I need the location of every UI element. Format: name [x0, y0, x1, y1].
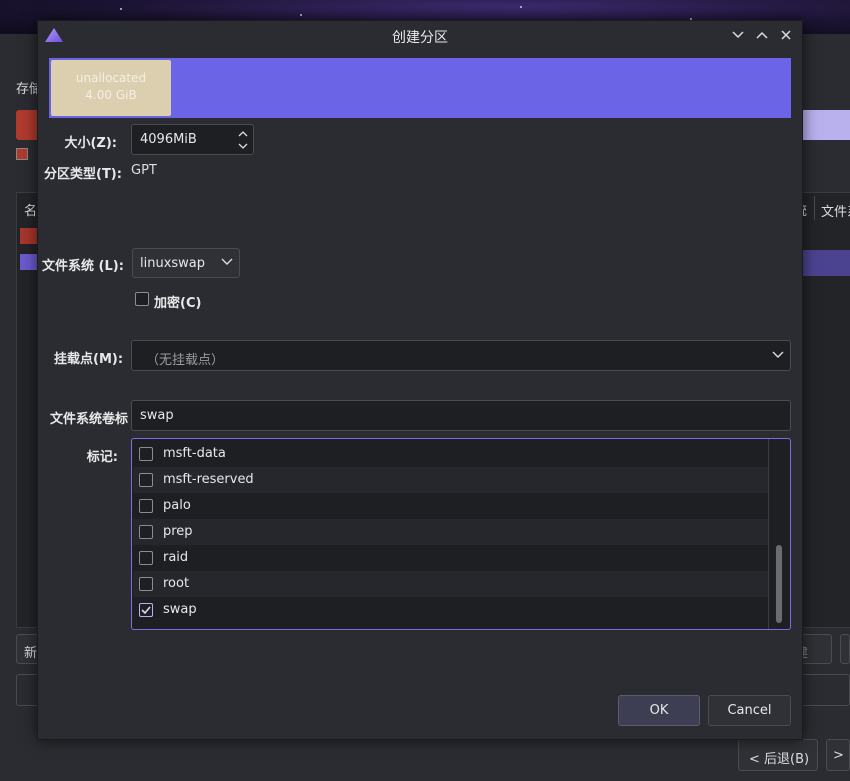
legend-swatch: [16, 148, 28, 160]
dialog-title: 创建分区: [392, 30, 448, 46]
size-value: 4096MiB: [140, 132, 197, 147]
ok-button[interactable]: OK: [618, 695, 700, 726]
flag-name: prep: [163, 524, 193, 539]
mount-point-select[interactable]: （无挂载点）: [131, 340, 791, 371]
flag-name: raid: [163, 550, 189, 565]
list-item[interactable]: root: [133, 571, 769, 597]
close-icon: [781, 30, 791, 40]
flag-name: root: [163, 576, 190, 591]
list-item[interactable]: palo: [133, 493, 769, 519]
flag-checkbox[interactable]: [139, 551, 153, 565]
maximize-button[interactable]: [752, 25, 772, 45]
scrollbar-thumb[interactable]: [776, 545, 782, 623]
chevron-left-icon: <: [749, 752, 760, 767]
list-item[interactable]: prep: [133, 519, 769, 545]
segment-size: 4.00 GiB: [85, 88, 137, 102]
chevron-down-icon: [732, 31, 744, 39]
list-item[interactable]: msft-reserved: [133, 467, 769, 493]
flag-name: swap: [163, 602, 197, 617]
list-item[interactable]: msft-data: [133, 441, 769, 467]
list-item[interactable]: swap: [133, 597, 769, 623]
list-item[interactable]: raid: [133, 545, 769, 571]
partition-action-button[interactable]: [840, 634, 850, 664]
close-button[interactable]: [776, 25, 796, 45]
mount-point-label: 挂载点(M):: [54, 352, 124, 367]
fs-label-input[interactable]: swap: [131, 400, 791, 431]
filesystem-select[interactable]: linuxswap: [132, 248, 240, 278]
chevron-down-icon: [772, 351, 784, 358]
table-row[interactable]: [20, 228, 38, 244]
flag-checkbox[interactable]: [139, 577, 153, 591]
flag-checkbox[interactable]: [139, 603, 153, 617]
unallocated-segment[interactable]: unallocated 4.00 GiB: [51, 60, 171, 116]
table-row[interactable]: [20, 254, 38, 270]
partition-type-label: 分区类型(T):: [44, 167, 122, 182]
column-header-filesystem[interactable]: 文件系统: [814, 196, 850, 220]
partition-type-value: GPT: [131, 163, 157, 178]
size-label: 大小(Z):: [64, 136, 117, 151]
back-button-label: 后退(B): [764, 752, 810, 767]
size-spinbox[interactable]: 4096MiB: [131, 124, 254, 155]
column-header-name[interactable]: 名: [24, 200, 37, 219]
partition-bar[interactable]: unallocated 4.00 GiB: [49, 58, 791, 118]
flag-checkbox[interactable]: [139, 447, 153, 461]
flag-checkbox[interactable]: [139, 525, 153, 539]
mount-point-value: （无挂载点）: [146, 353, 225, 368]
flag-checkbox[interactable]: [139, 499, 153, 513]
flags-list[interactable]: msft-data msft-reserved palo prep raid r…: [131, 438, 791, 630]
flag-name: msft-data: [163, 446, 226, 461]
chevron-up-icon: [756, 31, 768, 39]
spin-arrows-icon[interactable]: [237, 127, 249, 153]
table-row-selected[interactable]: [800, 250, 850, 276]
chevron-right-icon: >: [833, 748, 844, 763]
flags-label: 标记:: [86, 450, 118, 465]
create-partition-dialog: 创建分区 unallocated 4.00 GiB 大小(Z): 4096MiB…: [37, 20, 803, 740]
flag-name: palo: [163, 498, 191, 513]
fs-label-label: 文件系统卷标: [50, 412, 129, 427]
fs-label-value: swap: [140, 408, 174, 423]
flags-scrollbar[interactable]: [768, 439, 790, 629]
next-button[interactable]: >: [826, 739, 850, 771]
chevron-down-icon: [221, 258, 233, 265]
filesystem-value: linuxswap: [140, 256, 206, 271]
encrypt-checkbox[interactable]: [135, 292, 149, 306]
flag-name: msft-reserved: [163, 472, 254, 487]
encrypt-label[interactable]: 加密(C): [154, 292, 201, 311]
segment-name: unallocated: [75, 71, 147, 85]
minimize-button[interactable]: [728, 25, 748, 45]
checkmark-icon: [141, 606, 151, 615]
flag-checkbox[interactable]: [139, 473, 153, 487]
dialog-titlebar[interactable]: 创建分区: [38, 21, 802, 49]
filesystem-label: 文件系统 (L):: [42, 259, 124, 274]
cancel-button[interactable]: Cancel: [708, 695, 791, 726]
back-button[interactable]: < 后退(B): [738, 739, 818, 771]
